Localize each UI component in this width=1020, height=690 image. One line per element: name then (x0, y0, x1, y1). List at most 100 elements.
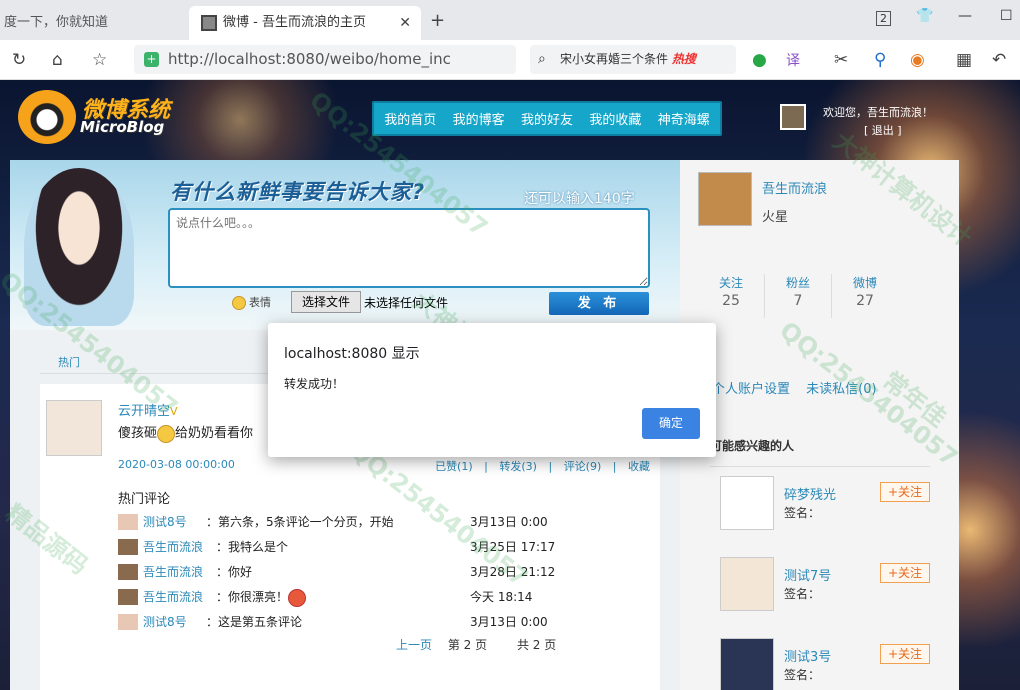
recommend-item: 测试3号 签名： +关注 (720, 638, 940, 690)
secure-shield-icon: + (144, 52, 159, 67)
commenter-avatar[interactable] (118, 614, 138, 630)
commenter-avatar[interactable] (118, 539, 138, 555)
profile-avatar[interactable] (698, 172, 752, 226)
recommend-sign: 签名： (784, 506, 821, 520)
profile-name[interactable]: 吾生而流浪 (762, 178, 827, 197)
scissors-icon[interactable]: ✂ (834, 50, 848, 70)
comment-row: 吾生而流浪 ：我特么是个 3月25日 17:17 (118, 537, 638, 557)
logo-eye-icon (18, 90, 76, 144)
forward-link[interactable]: 转发(3) (499, 460, 537, 473)
post-text-part: 傻孩砸 (118, 426, 158, 441)
nav-home[interactable]: 我的首页 (384, 109, 436, 128)
stat-value: 27 (856, 293, 874, 309)
prev-page-link[interactable]: 上一页 (396, 638, 432, 652)
new-tab-icon[interactable]: + (430, 10, 445, 31)
tab-title: 度一下，你就知道 (4, 15, 109, 30)
follow-button[interactable]: +关注 (880, 563, 930, 583)
emoji-icon (288, 588, 307, 607)
ok-button[interactable]: 确定 (642, 408, 700, 439)
commenter-name[interactable]: 测试8号 (143, 513, 187, 530)
favorite-link[interactable]: 收藏 (628, 460, 650, 473)
post-actions: 已赞(1) | 转发(3) | 评论(9) | 收藏 (427, 458, 650, 474)
recommend-avatar[interactable] (720, 476, 774, 530)
avatar[interactable] (780, 104, 806, 130)
unread-messages-link[interactable]: 未读私信(0) (806, 382, 876, 397)
comment-time: 今天 18:14 (470, 590, 533, 604)
stat-fans[interactable]: 粉丝 7 (765, 274, 832, 318)
nav-favorites[interactable]: 我的收藏 (589, 109, 641, 128)
apps-grid-icon[interactable]: ▦ (956, 50, 972, 70)
commenter-name[interactable]: 吾生而流浪 (143, 588, 203, 605)
translate-icon[interactable]: 译 (786, 50, 800, 70)
recommend-item: 碎梦残光 签名： +关注 (720, 476, 940, 536)
comment-time: 3月13日 0:00 (470, 615, 548, 629)
like-link[interactable]: 已赞(1) (435, 460, 473, 473)
star-icon[interactable]: ☆ (92, 50, 107, 70)
choose-file-button[interactable]: 选择文件 (291, 291, 361, 313)
stat-label: 关注 (718, 276, 743, 290)
post-textarea[interactable] (168, 208, 650, 288)
follow-button[interactable]: +关注 (880, 482, 930, 502)
separator: | (548, 460, 553, 473)
post-author[interactable]: 云开晴空V (118, 400, 178, 419)
account-settings-link[interactable]: 个人账户设置 (712, 382, 790, 397)
stat-label: 粉丝 (785, 276, 810, 290)
chat-icon[interactable]: ● (752, 50, 767, 70)
recommend-avatar[interactable] (720, 557, 774, 611)
game-icon[interactable]: ◉ (910, 50, 925, 70)
vip-badge: V (170, 405, 178, 418)
smiley-icon (232, 296, 246, 310)
nav-friends[interactable]: 我的好友 (521, 109, 573, 128)
address-bar[interactable]: + http://localhost:8080/weibo/home_inc (134, 45, 516, 74)
nav-blog[interactable]: 我的博客 (453, 109, 505, 128)
comment-row: 吾生而流浪 ：你好 3月28日 21:12 (118, 562, 638, 582)
comment-text-part: ：你很漂亮！ (216, 590, 289, 604)
magnifier-icon[interactable]: ⚲ (874, 50, 886, 70)
recommend-name[interactable]: 测试3号 (784, 646, 831, 665)
recommend-name[interactable]: 测试7号 (784, 565, 831, 584)
commenter-avatar[interactable] (118, 564, 138, 580)
stat-weibo[interactable]: 微博 27 (832, 274, 898, 318)
profile-location: 火星 (762, 210, 789, 225)
author-avatar[interactable] (46, 400, 102, 456)
tab-baidu[interactable]: 度一下，你就知道 (0, 6, 185, 40)
reload-icon[interactable]: ↻ (12, 50, 26, 70)
site-logo[interactable]: 微博系统 MicroBlog (18, 90, 218, 144)
tab-title: 微博 - 吾生而流浪的主页 (223, 15, 366, 30)
stat-value: 7 (793, 293, 803, 309)
cartoon-girl-illustration (24, 168, 134, 326)
comment-row: 吾生而流浪 ：你很漂亮！ 今天 18:14 (118, 587, 638, 607)
separator: | (612, 460, 617, 473)
comment-text: ：这是第五条评论 (206, 615, 303, 629)
undo-icon[interactable]: ↶ (992, 50, 1006, 70)
follow-button[interactable]: +关注 (880, 644, 930, 664)
emoticon-button[interactable]: 表情 (232, 294, 271, 310)
post-text-part: 给奶奶看看你 (175, 426, 254, 441)
recommend-sign: 签名： (784, 587, 821, 601)
nav-magic-conch[interactable]: 神奇海螺 (658, 109, 710, 128)
search-box[interactable]: ⌕ 宋小女再婚三个条件 热搜 (530, 45, 736, 74)
commenter-name[interactable]: 吾生而流浪 (143, 538, 203, 555)
home-icon[interactable]: ⌂ (52, 50, 63, 70)
maximize-icon[interactable]: ☐ (1000, 8, 1013, 24)
minimize-icon[interactable]: — (958, 8, 972, 24)
tab-weibo[interactable]: 微博 - 吾生而流浪的主页 ✕ (189, 6, 421, 40)
close-tab-icon[interactable]: ✕ (399, 6, 411, 40)
recommend-avatar[interactable] (720, 638, 774, 690)
comment-link[interactable]: 评论(9) (564, 460, 602, 473)
recommend-item: 测试7号 签名： +关注 (720, 557, 940, 617)
commenter-avatar[interactable] (118, 514, 138, 530)
shirt-icon[interactable]: 👕 (916, 8, 933, 24)
profile-stats: 关注 25 粉丝 7 微博 27 (698, 274, 898, 318)
recommend-title: 可能感兴趣的人 (710, 437, 930, 467)
tab-count-badge[interactable]: 2 (876, 11, 891, 26)
commenter-name[interactable]: 测试8号 (143, 613, 187, 630)
browser-toolbar: ↻ ⌂ ☆ + http://localhost:8080/weibo/home… (0, 40, 1020, 80)
hot-comments-label: 热门评论 (118, 492, 171, 507)
post-button[interactable]: 发 布 (549, 292, 649, 315)
logout-link[interactable]: [ 退出 ] (864, 122, 902, 138)
stat-following[interactable]: 关注 25 (698, 274, 765, 318)
commenter-name[interactable]: 吾生而流浪 (143, 563, 203, 580)
commenter-avatar[interactable] (118, 589, 138, 605)
recommend-name[interactable]: 碎梦残光 (784, 484, 836, 503)
